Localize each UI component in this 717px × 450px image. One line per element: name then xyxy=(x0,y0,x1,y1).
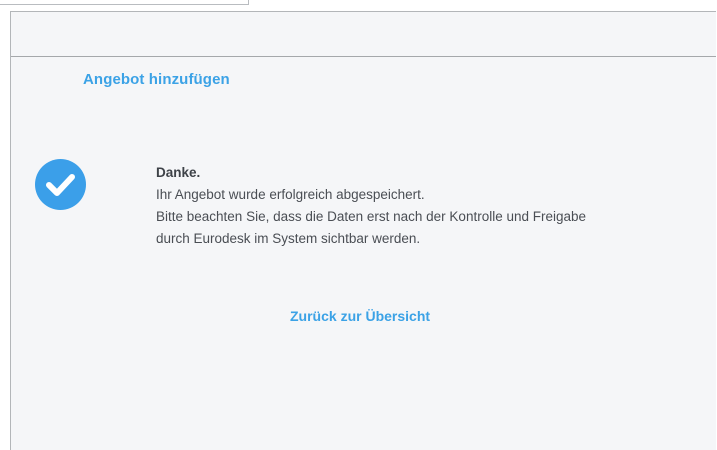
back-to-overview-link[interactable]: Zurück zur Übersicht xyxy=(290,308,430,324)
confirmation-panel: Angebot hinzufügen Danke. Ihr Angebot wu… xyxy=(10,11,716,450)
message-line-2: Bitte beachten Sie, dass die Daten erst … xyxy=(156,209,587,224)
panel-header xyxy=(11,12,716,57)
check-circle-icon xyxy=(35,159,86,210)
previous-element-edge xyxy=(0,0,249,5)
message-line-1: Ihr Angebot wurde erfolgreich abgespeich… xyxy=(156,187,425,202)
panel-title: Angebot hinzufügen xyxy=(83,71,230,88)
message-line-3: durch Eurodesk im System sichtbar werden… xyxy=(156,231,421,246)
confirmation-message: Danke. Ihr Angebot wurde erfolgreich abg… xyxy=(156,162,586,250)
message-heading: Danke. xyxy=(156,165,201,180)
